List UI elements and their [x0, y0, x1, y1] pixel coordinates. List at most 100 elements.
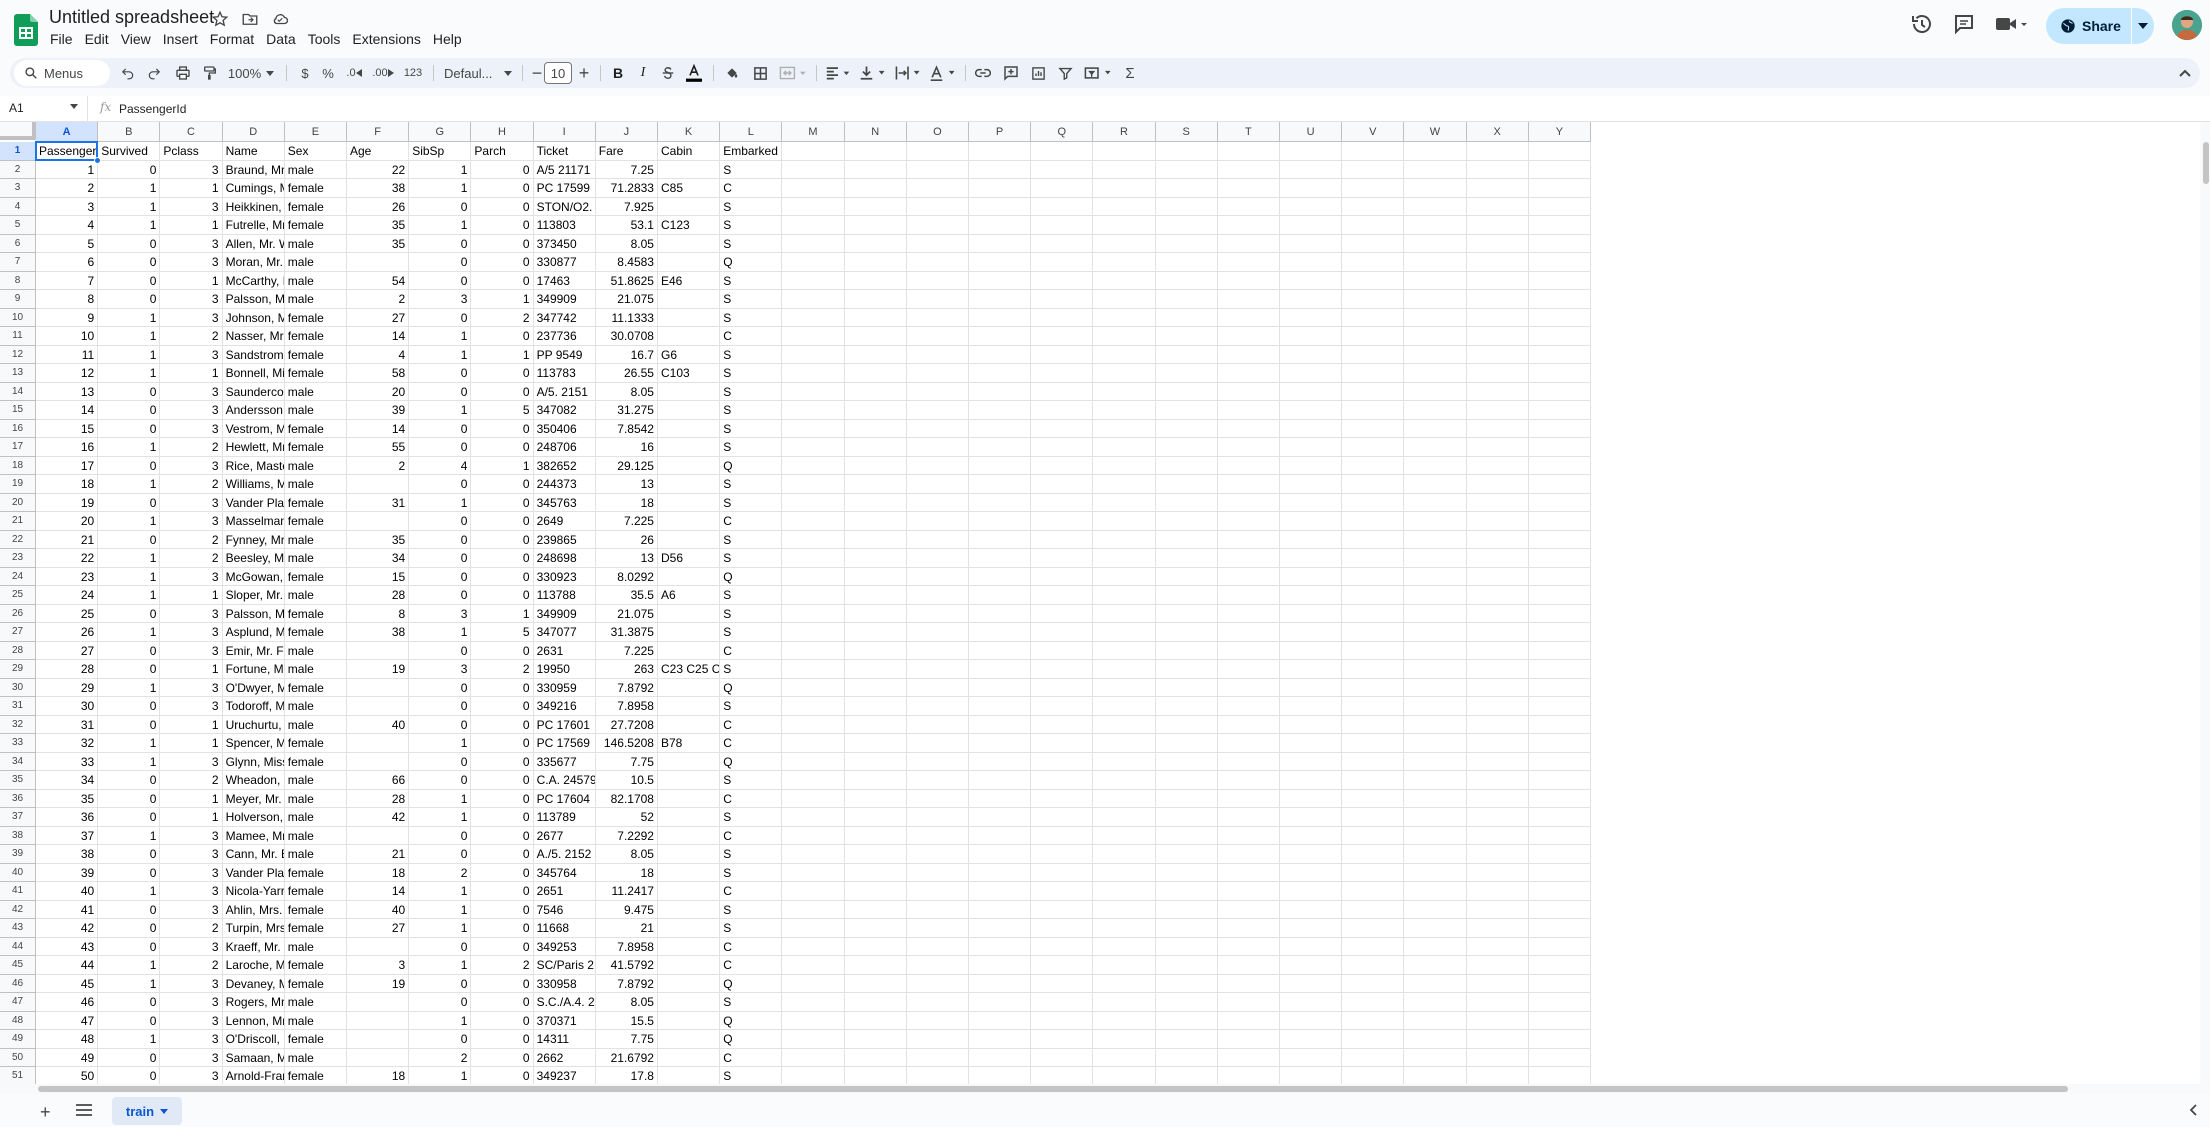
table-cell[interactable]: 2	[409, 1048, 472, 1067]
table-cell[interactable]	[658, 401, 721, 420]
table-cell[interactable]	[658, 475, 721, 494]
table-cell[interactable]: male	[284, 993, 347, 1012]
table-cell[interactable]: male	[284, 160, 347, 179]
table-cell[interactable]: 1	[98, 567, 161, 586]
table-cell[interactable]: 40	[36, 882, 99, 901]
table-cell[interactable]: Todoroff, Mr. Lali	[222, 697, 285, 716]
table-cell[interactable]	[1031, 382, 1094, 401]
table-cell[interactable]	[1280, 937, 1343, 956]
table-cell[interactable]: 54	[347, 271, 410, 290]
table-cell[interactable]: Palsson, Master.	[222, 290, 285, 309]
table-cell[interactable]	[1529, 1067, 1591, 1084]
row-header[interactable]: 25	[0, 586, 36, 605]
table-cell[interactable]: 29.125	[595, 456, 658, 475]
table-cell[interactable]	[969, 345, 1032, 364]
table-cell[interactable]	[782, 863, 845, 882]
table-cell[interactable]	[658, 456, 721, 475]
table-cell[interactable]: S	[720, 530, 783, 549]
row-header[interactable]: 10	[0, 308, 36, 327]
table-cell[interactable]	[844, 475, 907, 494]
table-cell[interactable]	[1342, 752, 1405, 771]
row-header[interactable]: 39	[0, 845, 36, 864]
strikethrough-icon[interactable]	[658, 62, 678, 84]
table-cell[interactable]	[1528, 308, 1591, 327]
table-cell[interactable]: 349909	[533, 290, 596, 309]
table-cell[interactable]	[1280, 401, 1343, 420]
table-cell[interactable]	[1466, 401, 1529, 420]
table-cell[interactable]	[782, 660, 845, 679]
text-wrapping-icon[interactable]	[893, 62, 923, 84]
table-cell[interactable]: 3	[160, 937, 223, 956]
table-cell[interactable]	[1217, 290, 1280, 309]
sheets-logo-icon[interactable]	[14, 14, 38, 46]
table-cell[interactable]: 3	[160, 641, 223, 660]
table-cell[interactable]	[1093, 567, 1156, 586]
row-header[interactable]: 27	[0, 623, 36, 642]
paint-format-icon[interactable]	[199, 62, 221, 84]
table-cell[interactable]: Turpin, Mrs. Willi	[222, 919, 285, 938]
table-cell[interactable]	[1093, 734, 1156, 753]
table-cell[interactable]	[1217, 456, 1280, 475]
table-cell[interactable]	[1342, 789, 1405, 808]
table-cell[interactable]	[1031, 179, 1094, 198]
table-cell[interactable]	[1031, 364, 1094, 383]
table-cell[interactable]	[1031, 715, 1094, 734]
table-cell[interactable]: Kraeff, Mr. Theo	[222, 937, 285, 956]
table-cell[interactable]	[1528, 826, 1591, 845]
table-cell[interactable]	[906, 290, 969, 309]
table-cell[interactable]: 0	[409, 641, 472, 660]
table-cell[interactable]	[1093, 900, 1156, 919]
table-cell[interactable]: male	[284, 234, 347, 253]
table-cell[interactable]: 3	[160, 604, 223, 623]
table-cell[interactable]	[844, 586, 907, 605]
table-cell[interactable]: 26	[595, 530, 658, 549]
add-sheet-button[interactable]: +	[40, 1102, 51, 1123]
table-cell[interactable]	[782, 549, 845, 568]
table-cell[interactable]: 0	[98, 937, 161, 956]
table-cell[interactable]	[1528, 660, 1591, 679]
table-cell[interactable]: 27.7208	[595, 715, 658, 734]
table-cell[interactable]: 3	[160, 752, 223, 771]
header-cell[interactable]: Survived	[98, 142, 161, 161]
table-cell[interactable]: Spencer, Mrs. W	[222, 734, 285, 753]
table-cell[interactable]	[1093, 382, 1156, 401]
table-cell[interactable]	[1031, 216, 1094, 235]
table-cell[interactable]: 16	[595, 438, 658, 457]
table-cell[interactable]	[906, 993, 969, 1012]
table-cell[interactable]	[1404, 937, 1467, 956]
table-cell[interactable]: 3	[160, 678, 223, 697]
table-cell[interactable]	[1280, 253, 1343, 272]
table-cell[interactable]: 239865	[533, 530, 596, 549]
table-cell[interactable]	[1466, 567, 1529, 586]
table-cell[interactable]: 2662	[533, 1048, 596, 1067]
table-cell[interactable]	[1155, 641, 1218, 660]
table-cell[interactable]	[1466, 530, 1529, 549]
table-cell[interactable]: female	[284, 734, 347, 753]
table-cell[interactable]	[1155, 1048, 1218, 1067]
table-cell[interactable]: 3	[409, 660, 472, 679]
table-cell[interactable]	[1528, 290, 1591, 309]
table-cell[interactable]	[1528, 1030, 1591, 1049]
table-cell[interactable]	[658, 808, 721, 827]
table-cell[interactable]	[1528, 919, 1591, 938]
row-header[interactable]: 23	[0, 549, 36, 568]
header-cell[interactable]	[1280, 142, 1343, 161]
table-cell[interactable]	[1404, 641, 1467, 660]
table-cell[interactable]: 2	[347, 456, 410, 475]
table-cell[interactable]	[1155, 290, 1218, 309]
table-cell[interactable]: C	[720, 179, 783, 198]
table-cell[interactable]	[1031, 660, 1094, 679]
share-options-chevron-icon[interactable]	[2132, 23, 2154, 29]
table-cell[interactable]: male	[284, 475, 347, 494]
table-cell[interactable]: male	[284, 937, 347, 956]
table-cell[interactable]	[347, 253, 410, 272]
table-cell[interactable]: 2	[36, 179, 99, 198]
table-cell[interactable]	[1404, 678, 1467, 697]
borders-icon[interactable]	[749, 62, 771, 84]
table-cell[interactable]	[906, 438, 969, 457]
table-cell[interactable]	[1342, 900, 1405, 919]
merge-cells-icon[interactable]	[777, 62, 809, 84]
table-cell[interactable]	[1155, 845, 1218, 864]
table-cell[interactable]: Q	[720, 253, 783, 272]
table-cell[interactable]	[1404, 715, 1467, 734]
